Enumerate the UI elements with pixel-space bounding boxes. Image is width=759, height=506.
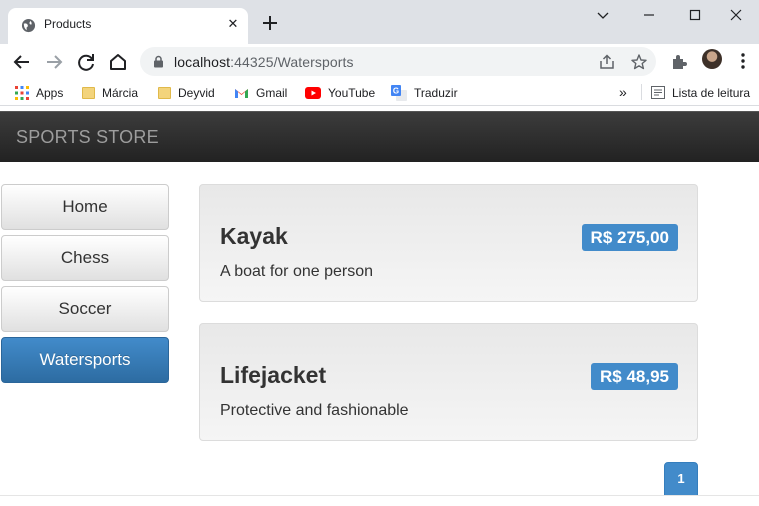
bookmark-label: YouTube bbox=[328, 85, 376, 100]
bookmark-label: Gmail bbox=[256, 85, 288, 100]
bookmark-label: Márcia bbox=[102, 85, 139, 100]
browser-tab[interactable]: Products ✕ bbox=[8, 8, 248, 44]
category-button-home[interactable]: Home bbox=[1, 184, 169, 230]
forward-arrow-icon[interactable] bbox=[43, 51, 65, 73]
bookmarks-bar: Apps Márcia Deyvid Gmail YouTube G Tradu… bbox=[0, 78, 759, 106]
svg-text:G: G bbox=[393, 86, 399, 95]
maximize-icon[interactable] bbox=[672, 0, 718, 30]
share-icon[interactable] bbox=[598, 53, 616, 71]
reading-list-icon bbox=[651, 86, 665, 100]
folder-icon bbox=[82, 86, 95, 99]
product-card-lifejacket: Lifejacket R$ 48,95 Protective and fashi… bbox=[199, 323, 698, 441]
url-host: localhost bbox=[174, 54, 231, 70]
product-description: Protective and fashionable bbox=[220, 402, 409, 419]
google-translate-icon: G bbox=[391, 84, 407, 101]
product-card-kayak: Kayak R$ 275,00 A boat for one person bbox=[199, 184, 698, 302]
bookmark-label: Apps bbox=[36, 85, 64, 100]
bookmark-apps[interactable]: Apps bbox=[15, 83, 63, 101]
bookmark-label: Deyvid bbox=[178, 85, 215, 100]
profile-avatar[interactable] bbox=[702, 49, 722, 69]
back-arrow-icon[interactable] bbox=[11, 51, 33, 73]
close-window-icon[interactable] bbox=[713, 0, 759, 30]
bookmark-traduzir[interactable]: G Traduzir bbox=[391, 83, 458, 101]
folder-icon bbox=[158, 86, 171, 99]
brand-title[interactable]: SPORTS STORE bbox=[16, 127, 159, 148]
globe-icon bbox=[21, 18, 36, 33]
bookmarks-divider bbox=[641, 84, 642, 100]
apps-grid-icon bbox=[15, 85, 29, 100]
site-navbar: SPORTS STORE bbox=[0, 111, 759, 162]
page-bottom-divider bbox=[0, 495, 759, 496]
product-description: A boat for one person bbox=[220, 263, 373, 280]
gmail-icon bbox=[235, 88, 248, 98]
product-name: Kayak bbox=[220, 223, 288, 249]
youtube-icon bbox=[305, 86, 321, 99]
url-text[interactable]: localhost:44325/Watersports bbox=[174, 54, 354, 70]
bookmarks-overflow-chevron-icon[interactable]: » bbox=[619, 83, 627, 101]
category-button-soccer[interactable]: Soccer bbox=[1, 286, 169, 332]
product-name: Lifejacket bbox=[220, 362, 327, 388]
reading-list-button[interactable]: Lista de leitura bbox=[651, 83, 750, 101]
reading-list-label: Lista de leitura bbox=[672, 85, 751, 100]
product-price-badge: R$ 275,00 bbox=[581, 224, 678, 251]
pagination-page-button[interactable]: 1 bbox=[664, 462, 698, 496]
bookmark-youtube[interactable]: YouTube bbox=[305, 83, 375, 101]
bookmark-gmail[interactable]: Gmail bbox=[234, 83, 287, 101]
address-bar[interactable]: localhost:44325/Watersports bbox=[140, 47, 656, 76]
minimize-icon[interactable] bbox=[626, 0, 672, 30]
new-tab-plus-icon[interactable] bbox=[260, 13, 280, 33]
bookmark-label: Traduzir bbox=[414, 85, 458, 100]
tab-search-chevron-icon[interactable] bbox=[580, 0, 626, 30]
product-price-badge: R$ 48,95 bbox=[591, 363, 678, 390]
bookmark-star-icon[interactable] bbox=[630, 53, 648, 71]
browser-toolbar: localhost:44325/Watersports bbox=[0, 44, 759, 78]
reload-icon[interactable] bbox=[75, 51, 97, 73]
category-button-chess[interactable]: Chess bbox=[1, 235, 169, 281]
category-button-watersports[interactable]: Watersports bbox=[1, 337, 169, 383]
kebab-menu-icon[interactable] bbox=[735, 52, 751, 70]
tab-close-icon[interactable]: ✕ bbox=[225, 16, 241, 32]
browser-tabstrip: Products ✕ bbox=[0, 0, 759, 44]
home-icon[interactable] bbox=[107, 51, 129, 73]
extensions-puzzle-icon[interactable] bbox=[669, 52, 689, 72]
url-path: :44325/Watersports bbox=[230, 54, 354, 70]
lock-icon[interactable] bbox=[153, 55, 164, 68]
tab-title: Products bbox=[44, 17, 92, 31]
bookmark-marcia[interactable]: Márcia bbox=[82, 83, 138, 101]
bookmark-deyvid[interactable]: Deyvid bbox=[158, 83, 215, 101]
